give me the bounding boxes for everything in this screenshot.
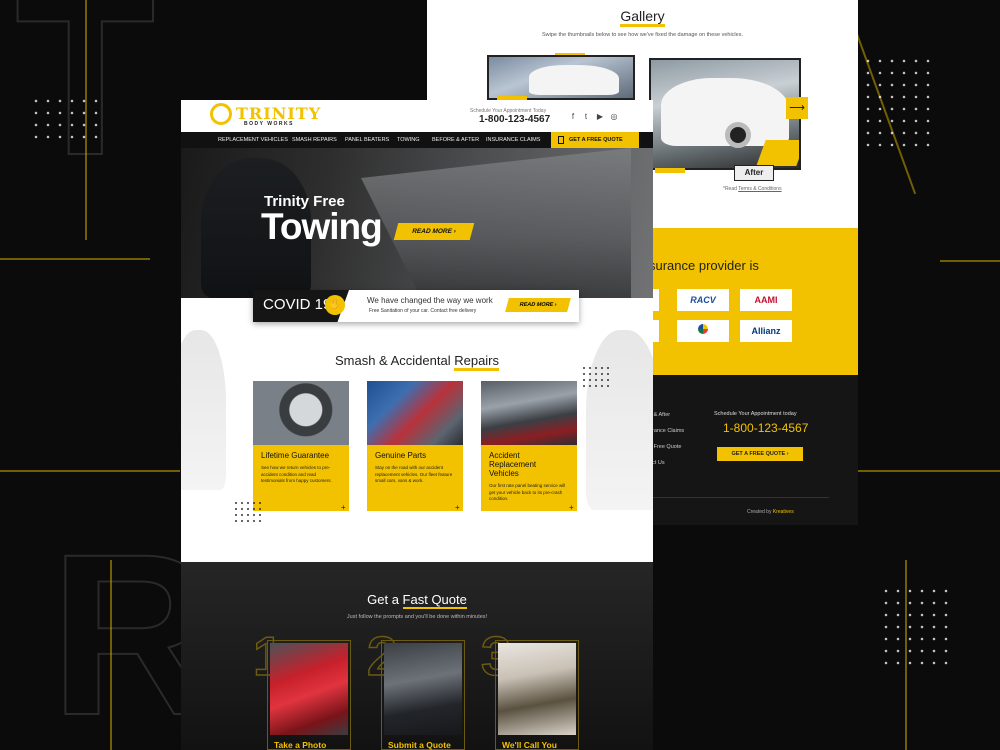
nav-quote-button[interactable]: GET A FREE QUOTE (551, 132, 639, 148)
engine-photo (367, 381, 463, 445)
background-line (110, 560, 112, 750)
home-page: TRINITY BODY WORKS Schedule Your Appoint… (181, 100, 653, 750)
footer-phone[interactable]: 1-800-123-4567 (723, 421, 808, 435)
service-card-replacement-vehicles[interactable]: Accident Replacement Vehicles Our first … (481, 381, 577, 512)
arrow-right-icon: ⟶ (789, 102, 805, 114)
car-wheel (725, 122, 751, 148)
insurer-logo-suncorp (677, 320, 729, 342)
card-title: Lifetime Guarantee (261, 451, 330, 460)
dot-grid (30, 95, 100, 143)
cars-photo (481, 381, 577, 445)
footer-quote-button[interactable]: GET A FREE QUOTE › (717, 447, 803, 461)
fast-quote-subtitle: Just follow the prompts and you'll be do… (346, 614, 488, 620)
brand-tagline: BODY WORKS (244, 121, 294, 127)
background-line (0, 258, 150, 260)
step-label: Take a Photo (274, 740, 327, 750)
terms-note: *Read Terms & Conditions (723, 186, 782, 192)
service-card-genuine-parts[interactable]: Genuine Parts Stay on the road with our … (367, 381, 463, 512)
step-call-you[interactable]: We'll Call You (495, 640, 579, 750)
facebook-icon[interactable]: f (568, 112, 578, 122)
youtube-icon[interactable]: ▶ (595, 112, 605, 122)
card-title: Accident Replacement Vehicles (489, 451, 537, 478)
plus-icon[interactable]: + (455, 504, 463, 512)
card-body: Genuine Parts Stay on the road with our … (367, 445, 463, 511)
hand-stop-icon: ✋ (325, 295, 345, 315)
card-body: Lifetime Guarantee See how we return veh… (253, 445, 349, 511)
after-label: After (734, 165, 774, 181)
hero-title: Towing (261, 206, 383, 247)
twitter-icon[interactable]: t (581, 112, 591, 122)
site-header: TRINITY BODY WORKS Schedule Your Appoint… (181, 100, 653, 132)
insurer-logo-allianz: Allianz (740, 320, 792, 342)
nav-item-before-after[interactable]: BEFORE & AFTER (432, 132, 479, 148)
covid-detail: Free Sanitation of your car. Contact fre… (369, 308, 477, 314)
fast-quote-section: Get a Fast Quote Just follow the prompts… (181, 562, 653, 750)
main-nav: REPLACEMENT VEHICLES SMASH REPAIRS PANEL… (181, 132, 653, 148)
laptop-photo (384, 643, 462, 735)
background-line (940, 260, 1000, 262)
insurer-logo-racv: RACV (677, 289, 729, 311)
step-label: We'll Call You (502, 740, 557, 750)
hero-read-more-button[interactable]: READ MORE › (393, 223, 475, 240)
phone-call-photo (498, 643, 576, 735)
nav-item-insurance-claims[interactable]: INSURANCE CLAIMS (486, 132, 540, 148)
step-submit-quote[interactable]: Submit a Quote (381, 640, 465, 750)
dot-grid (862, 55, 934, 155)
decor-bar (756, 140, 799, 166)
suncorp-mark (698, 324, 708, 334)
covid-label: COVID 19 (263, 296, 332, 313)
fast-quote-title: Get a Fast Quote (367, 592, 467, 609)
nav-item-replacement-vehicles[interactable]: REPLACEMENT VEHICLES (218, 132, 288, 148)
plus-icon[interactable]: + (569, 504, 577, 512)
before-photo[interactable] (487, 55, 635, 100)
covid-banner: COVID 19 ✋ We have changed the way we wo… (253, 290, 579, 322)
footer-link[interactable]: a Free Quote (649, 444, 681, 450)
plus-icon[interactable]: + (341, 504, 349, 512)
card-description: Stay on the road with our accident repla… (375, 465, 453, 483)
dot-grid (581, 365, 611, 387)
after-photo[interactable] (649, 58, 801, 170)
background-line (0, 470, 180, 472)
dot-grid (880, 585, 952, 669)
chevron-right-icon: › (452, 228, 457, 235)
gallery-subtitle: Swipe the thumbnails below to see how we… (541, 32, 743, 38)
card-title: Genuine Parts (375, 451, 427, 460)
step-take-photo[interactable]: Take a Photo (267, 640, 351, 750)
step-label: Submit a Quote (388, 740, 451, 750)
nav-item-smash-repairs[interactable]: SMASH REPAIRS (292, 132, 337, 148)
car-image (529, 65, 619, 95)
wheel-photo (253, 381, 349, 445)
background-line (858, 470, 1000, 472)
card-description: See how we return vehicles to pre-accide… (261, 465, 332, 483)
dot-grid (233, 500, 263, 522)
chevron-right-icon: › (786, 451, 789, 457)
terms-link[interactable]: Terms & Conditions (738, 186, 781, 192)
decor-bar (655, 168, 685, 173)
gallery-next-button[interactable]: ⟶ (786, 97, 808, 119)
logo-icon[interactable] (210, 103, 232, 125)
credit-link[interactable]: Kreatives (773, 509, 794, 515)
card-body: Accident Replacement Vehicles Our first … (481, 445, 577, 511)
hero-banner: Trinity Free Towing READ MORE › (181, 148, 653, 298)
chevron-right-icon: › (553, 302, 558, 308)
gallery-title: Gallery (427, 8, 858, 27)
footer-credit: Created by Kreatives (747, 509, 794, 515)
insurer-logo-aami: AAMI (740, 289, 792, 311)
nav-item-towing[interactable]: TOWING (397, 132, 420, 148)
nav-item-panel-beaters[interactable]: PANEL BEATERS (345, 132, 389, 148)
insurers-title: surance provider is (649, 258, 759, 273)
header-phone[interactable]: 1-800-123-4567 (479, 114, 550, 125)
footer-schedule: Schedule Your Appointment today (714, 411, 797, 417)
covid-message: We have changed the way we work (367, 296, 493, 305)
card-description: Our first rate panel beating service wil… (489, 483, 566, 501)
service-card-lifetime-guarantee[interactable]: Lifetime Guarantee See how we return veh… (253, 381, 349, 512)
footer-link[interactable]: urance Claims (649, 428, 684, 434)
damaged-car-photo (270, 643, 348, 735)
document-icon (558, 136, 564, 144)
instagram-icon[interactable]: ◎ (609, 112, 619, 122)
covid-read-more-button[interactable]: READ MORE › (505, 298, 571, 312)
footer-divider (649, 497, 829, 498)
